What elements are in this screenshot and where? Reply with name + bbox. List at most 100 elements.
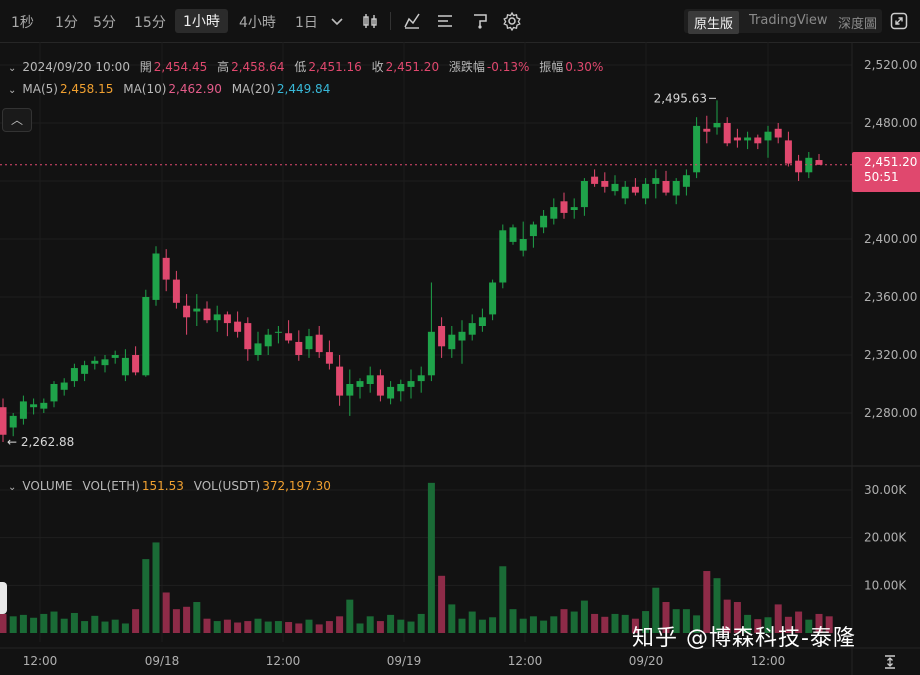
candle-type-icon[interactable] xyxy=(360,11,380,31)
settings-list-icon[interactable] xyxy=(435,11,455,31)
volume-bar xyxy=(397,619,405,633)
candle-body xyxy=(121,357,129,376)
volume-bar xyxy=(611,613,619,633)
candle-body xyxy=(40,402,48,409)
candle-body xyxy=(193,308,201,312)
volume-bar xyxy=(81,621,89,633)
volume-bar xyxy=(213,621,221,633)
timeframe-4h[interactable]: 4小時 xyxy=(239,12,276,32)
volume-bar xyxy=(325,621,333,633)
volume-bar xyxy=(366,616,374,633)
candle-body xyxy=(203,308,211,321)
candle-body xyxy=(631,186,639,193)
volume-bar xyxy=(417,613,425,633)
volume-bar xyxy=(193,602,201,633)
candle-body xyxy=(774,128,782,138)
volume-bar xyxy=(305,619,313,633)
timeframe-15m[interactable]: 15分 xyxy=(134,12,166,32)
view-tradingview[interactable]: TradingView xyxy=(749,13,828,28)
candle-body xyxy=(744,137,752,141)
volume-bar xyxy=(40,613,48,633)
indicator-icon[interactable] xyxy=(402,11,422,31)
candle-body xyxy=(305,336,313,350)
y-tick-label: 30.00K xyxy=(864,483,907,497)
volume-bar xyxy=(30,617,38,633)
y-tick-label: 20.00K xyxy=(864,531,907,545)
volume-bar xyxy=(234,622,242,633)
candle-body xyxy=(234,321,242,332)
timeframe-1h[interactable]: 1小時 xyxy=(175,9,228,33)
y-tick-label: 2,480.00 xyxy=(864,116,917,130)
candle-body xyxy=(264,334,272,347)
candle-body xyxy=(0,407,7,435)
candle-body xyxy=(50,384,58,402)
timeframe-5m[interactable]: 5分 xyxy=(93,12,116,32)
volume-bar xyxy=(244,621,252,633)
candle-body xyxy=(764,131,772,141)
candle-body xyxy=(244,323,252,350)
candle-body xyxy=(427,331,435,376)
volume-bar xyxy=(560,609,568,633)
volume-bar xyxy=(9,616,17,633)
timeframe-1s[interactable]: 1秒 xyxy=(11,12,34,32)
candle-body xyxy=(142,297,150,376)
view-depth[interactable]: 深度圖 xyxy=(838,13,877,32)
candle-body xyxy=(60,382,68,390)
y-tick-label: 2,280.00 xyxy=(864,406,917,420)
chevron-down-icon[interactable]: ⌄ xyxy=(8,85,16,96)
candle-body xyxy=(560,201,568,213)
dropdown-chevron-icon[interactable] xyxy=(327,11,347,31)
low-label: 低 xyxy=(294,60,307,74)
candle-body xyxy=(468,323,476,335)
volume-bar xyxy=(529,616,537,633)
candle-body xyxy=(356,381,364,387)
volume-bar xyxy=(509,609,517,633)
chart-toolbar: 1秒 1分 5分 15分 1小時 4小時 1日 原生版 TradingView … xyxy=(0,0,920,43)
high-value: 2,458.64 xyxy=(231,60,285,74)
candle-body xyxy=(693,125,701,173)
volume-bar xyxy=(295,623,303,633)
candle-body xyxy=(795,160,803,173)
x-tick-label: 09/18 xyxy=(145,654,180,668)
volume-bar xyxy=(580,600,588,633)
collapse-indicators-button[interactable]: ︿ xyxy=(2,108,32,132)
candle-body xyxy=(172,279,180,303)
drawing-tool-icon[interactable] xyxy=(470,11,490,31)
candle-body xyxy=(662,181,670,193)
gear-icon[interactable] xyxy=(502,11,522,31)
volume-bar xyxy=(407,621,415,633)
candle-body xyxy=(478,317,486,326)
candle-body xyxy=(346,384,354,396)
candle-body xyxy=(540,215,548,228)
volume-bar xyxy=(101,621,109,633)
volume-bar xyxy=(152,542,160,633)
volume-bar xyxy=(540,620,548,633)
price-chart[interactable]: 2,520.002,480.002,440.002,400.002,360.00… xyxy=(0,42,920,675)
high-label: 高 xyxy=(217,60,230,74)
candle-body xyxy=(601,181,609,187)
candle-body xyxy=(152,253,160,300)
resize-handle-icon[interactable] xyxy=(882,654,898,670)
chevron-down-icon[interactable]: ⌄ xyxy=(8,63,16,74)
ohlc-info-line: ⌄ 2024/09/20 10:00 開 2,454.45 高 2,458.64 低2… xyxy=(8,58,609,75)
view-native[interactable]: 原生版 xyxy=(688,11,740,34)
candle-body xyxy=(70,368,78,382)
ma10-label: MA(10) xyxy=(123,82,167,96)
volume-bar xyxy=(91,615,99,633)
volume-bar xyxy=(60,618,68,633)
fullscreen-icon[interactable] xyxy=(889,11,909,31)
chevron-down-icon[interactable]: ⌄ xyxy=(8,482,16,493)
volume-bar xyxy=(550,616,558,633)
timeframe-1m[interactable]: 1分 xyxy=(55,12,78,32)
candle-body xyxy=(254,343,262,355)
candle-body xyxy=(570,207,578,210)
volume-bar xyxy=(172,609,180,633)
side-panel-handle[interactable] xyxy=(0,582,7,614)
candle-body xyxy=(754,137,762,144)
volume-bar xyxy=(315,624,323,633)
volume-bar xyxy=(468,611,476,633)
volume-bar xyxy=(601,616,609,633)
timeframe-1d[interactable]: 1日 xyxy=(295,12,318,32)
candle-body xyxy=(448,334,456,350)
candle-body xyxy=(458,331,466,341)
